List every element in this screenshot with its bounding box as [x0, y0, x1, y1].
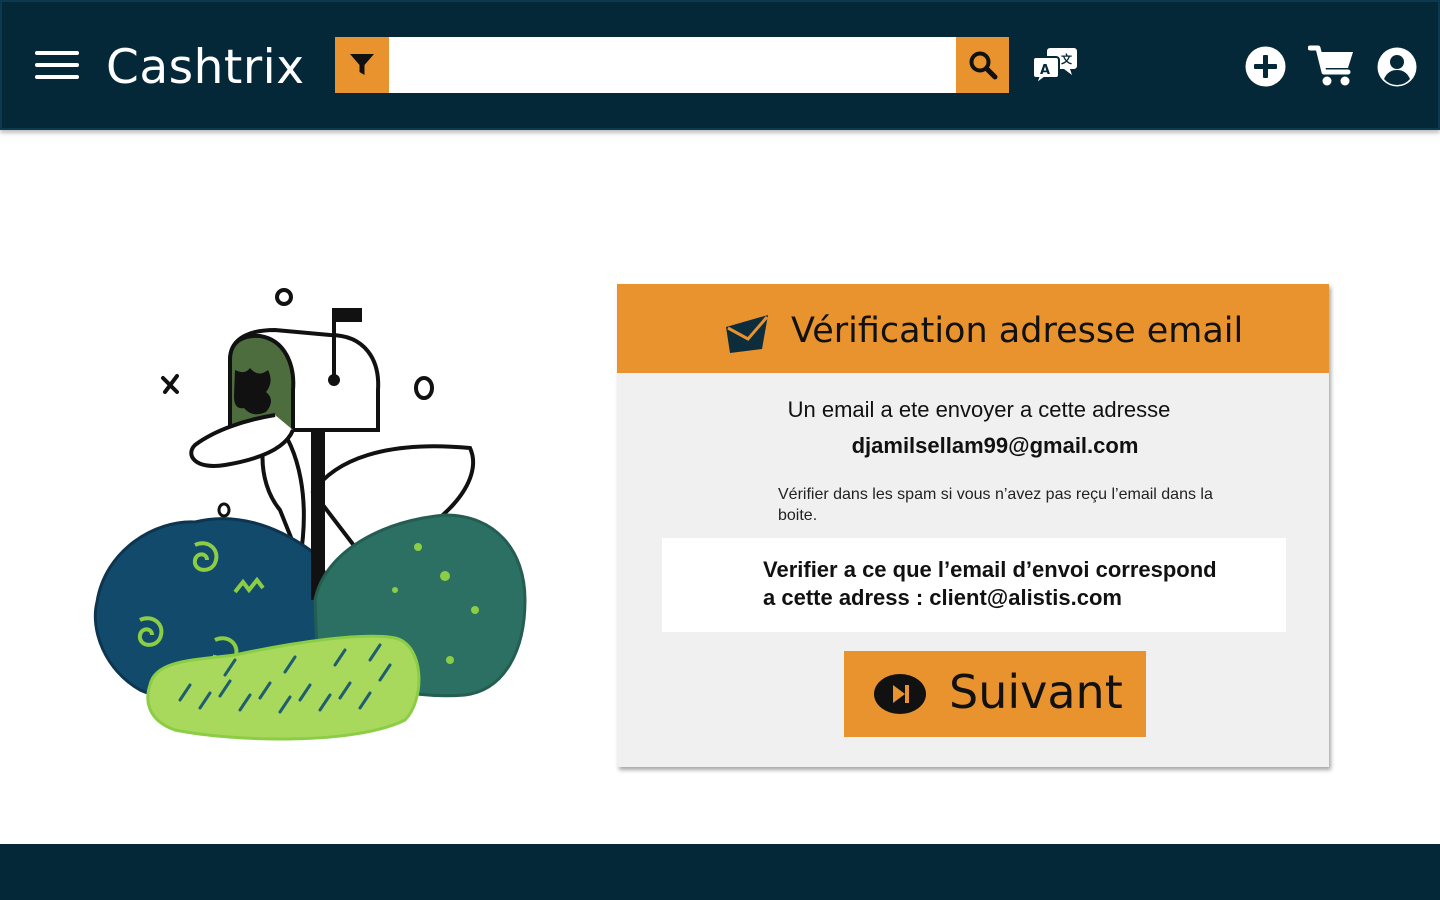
- sender-verification-text: Verifier a ce que l’email d’envoi corres…: [763, 556, 1263, 612]
- top-header: Cashtrix A 文: [0, 0, 1440, 130]
- svg-text:文: 文: [1061, 52, 1073, 66]
- mailbox-illustration: [93, 288, 527, 741]
- spam-note: Vérifier dans les spam si vous n’avez pa…: [778, 486, 1213, 524]
- card-title: Vérification adresse email: [791, 311, 1244, 351]
- sent-message: Un email a ete envoyer a cette adresse: [787, 397, 1171, 422]
- brand-logo[interactable]: Cashtrix: [106, 40, 305, 95]
- add-button[interactable]: [1245, 46, 1286, 87]
- cart-button[interactable]: [1307, 44, 1356, 88]
- magnifier-icon: [969, 51, 997, 80]
- email-verification-card: Vérification adresse email Un email a et…: [617, 284, 1329, 767]
- next-button[interactable]: Suivant: [844, 651, 1146, 737]
- recipient-email: djamilsellam99@gmail.com: [851, 433, 1139, 458]
- card-header: Vérification adresse email: [617, 284, 1329, 373]
- filter-button[interactable]: [335, 37, 389, 93]
- search-input[interactable]: [389, 37, 956, 93]
- next-button-label: Suivant: [949, 665, 1123, 719]
- footer: [0, 844, 1440, 900]
- verify-line-2: a cette adress : client@alistis.com: [763, 585, 1122, 610]
- hamburger-menu-icon[interactable]: [35, 51, 79, 79]
- envelope-icon: [726, 315, 769, 353]
- svg-text:A: A: [1040, 63, 1050, 78]
- plus-circle-icon: [1245, 46, 1286, 87]
- skip-forward-icon: [874, 674, 926, 714]
- account-button[interactable]: [1377, 47, 1417, 87]
- verify-line-1: Verifier a ce que l’email d’envoi corres…: [763, 557, 1217, 582]
- shopping-cart-icon: [1307, 45, 1353, 86]
- translate-button[interactable]: A 文: [1032, 46, 1078, 87]
- search-button[interactable]: [956, 37, 1009, 93]
- filter-funnel-icon: [350, 54, 374, 75]
- sender-verification-box: Verifier a ce que l’email d’envoi corres…: [662, 538, 1286, 632]
- translate-icon: A 文: [1032, 48, 1077, 87]
- user-circle-icon: [1377, 47, 1417, 87]
